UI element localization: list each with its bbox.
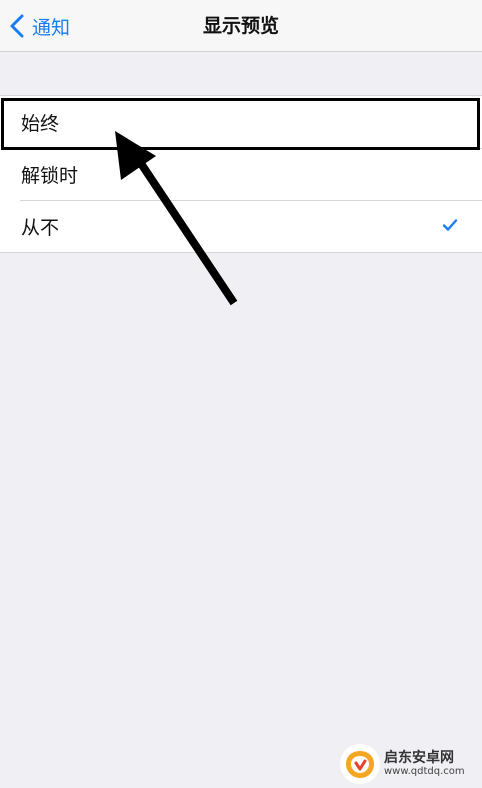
page-title: 显示预览 [202, 15, 279, 37]
back-button-label: 通知 [32, 16, 71, 39]
back-button[interactable]: 通知 [8, 8, 70, 44]
option-label: 解锁时 [21, 164, 79, 187]
option-label: 从不 [21, 216, 60, 239]
watermark-url: www.qdtdq.com [384, 766, 465, 778]
option-always[interactable]: 始终 [0, 96, 482, 148]
checkmark-icon [442, 218, 458, 232]
watermark-site-name: 启东安卓网 [384, 749, 454, 766]
site-watermark: 启东安卓网 www.qdtdq.com [340, 740, 482, 788]
option-label: 始终 [21, 112, 60, 135]
watermark-logo-icon [340, 744, 380, 784]
preview-options-list: 始终 解锁时 从不 [0, 95, 482, 253]
option-when-unlocked[interactable]: 解锁时 [0, 148, 482, 200]
chevron-left-icon [8, 13, 26, 39]
option-never[interactable]: 从不 [0, 200, 482, 252]
navigation-bar: 通知 显示预览 [0, 0, 482, 52]
